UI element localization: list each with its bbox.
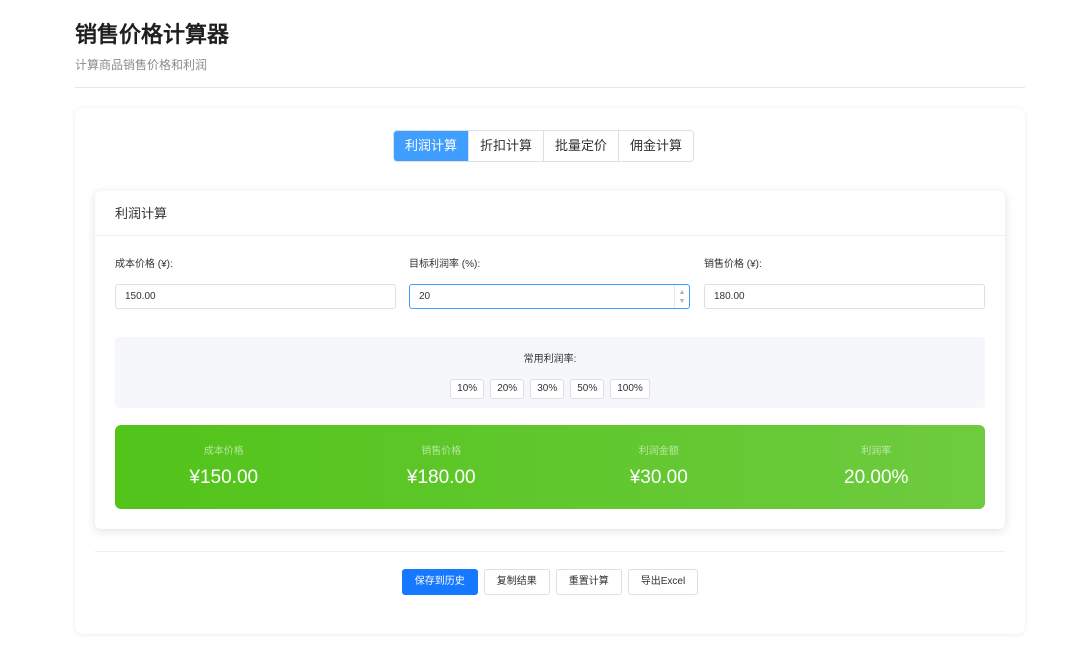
preset-30-button[interactable]: 30% — [530, 379, 565, 399]
copy-result-button[interactable]: 复制结果 — [483, 569, 550, 595]
preset-20-button[interactable]: 20% — [490, 379, 525, 399]
page-title: 销售价格计算器 — [75, 22, 230, 47]
result-rate-label: 利润率 — [861, 446, 892, 457]
result-price-value: ¥180.00 — [406, 467, 476, 488]
preset-buttons: 10% 20% 30% 50% 100% — [115, 379, 985, 399]
preset-50-button[interactable]: 50% — [570, 379, 605, 399]
tab-commission[interactable]: 佣金计算 — [619, 131, 694, 161]
calc-card-title: 利润计算 — [95, 191, 1005, 236]
number-spinner[interactable]: ▲ ▼ — [674, 285, 689, 308]
tab-batch-pricing[interactable]: 批量定价 — [544, 131, 620, 161]
calculator-tabs: 利润计算 折扣计算 批量定价 佣金计算 — [393, 130, 695, 162]
page-header: 销售价格计算器 计算商品销售价格和利润 — [75, 20, 1025, 73]
spinner-down-icon[interactable]: ▼ — [679, 297, 686, 306]
spinner-up-icon[interactable]: ▲ — [679, 288, 686, 297]
cost-price-input[interactable] — [115, 284, 396, 309]
preset-10-button[interactable]: 10% — [450, 379, 485, 399]
page-subtitle: 计算商品销售价格和利润 — [75, 58, 208, 72]
preset-100-button[interactable]: 100% — [610, 379, 650, 399]
page: 销售价格计算器 计算商品销售价格和利润 利润计算 折扣计算 批量定价 佣金计算 … — [0, 0, 1080, 651]
result-profit: 利润金额 ¥30.00 — [550, 425, 768, 509]
result-cost-value: ¥150.00 — [189, 467, 259, 488]
presets-label: 常用利润率: — [523, 354, 577, 365]
result-price: 销售价格 ¥180.00 — [333, 425, 551, 509]
result-price-label: 销售价格 — [421, 446, 462, 457]
result-cost-label: 成本价格 — [203, 446, 244, 457]
reset-button[interactable]: 重置计算 — [555, 569, 622, 595]
action-bar: 保存到历史 复制结果 重置计算 导出Excel — [75, 569, 1025, 595]
result-profit-value: ¥30.00 — [629, 467, 688, 488]
target-margin-field: 目标利润率 (%): ▲ ▼ — [409, 258, 690, 309]
result-profit-label: 利润金额 — [638, 446, 679, 457]
sale-price-label: 销售价格 (¥): — [704, 259, 762, 270]
result-cost: 成本价格 ¥150.00 — [115, 425, 333, 509]
result-rate: 利润率 20.00% — [768, 425, 986, 509]
tab-profit[interactable]: 利润计算 — [394, 131, 470, 161]
cost-price-field: 成本价格 (¥): — [115, 258, 396, 309]
result-rate-value: 20.00% — [844, 467, 909, 488]
tab-discount[interactable]: 折扣计算 — [469, 131, 545, 161]
save-history-button[interactable]: 保存到历史 — [401, 569, 478, 595]
main-card: 利润计算 折扣计算 批量定价 佣金计算 利润计算 成本价格 (¥): 目标利润率… — [75, 108, 1025, 634]
sale-price-field: 销售价格 (¥): — [704, 258, 985, 309]
sale-price-input[interactable] — [704, 284, 985, 309]
result-panel: 成本价格 ¥150.00 销售价格 ¥180.00 利润金额 ¥30.00 利润… — [115, 425, 985, 509]
target-margin-label: 目标利润率 (%): — [409, 259, 481, 270]
cost-price-label: 成本价格 (¥): — [115, 259, 173, 270]
export-excel-button[interactable]: 导出Excel — [627, 569, 699, 595]
profit-calc-card: 利润计算 成本价格 (¥): 目标利润率 (%): ▲ ▼ 销售价格 (¥): … — [95, 191, 1005, 529]
header-divider — [75, 87, 1025, 88]
actions-divider — [95, 551, 1005, 552]
common-margin-presets: 常用利润率: 10% 20% 30% 50% 100% — [115, 337, 985, 408]
target-margin-input[interactable] — [409, 284, 690, 309]
